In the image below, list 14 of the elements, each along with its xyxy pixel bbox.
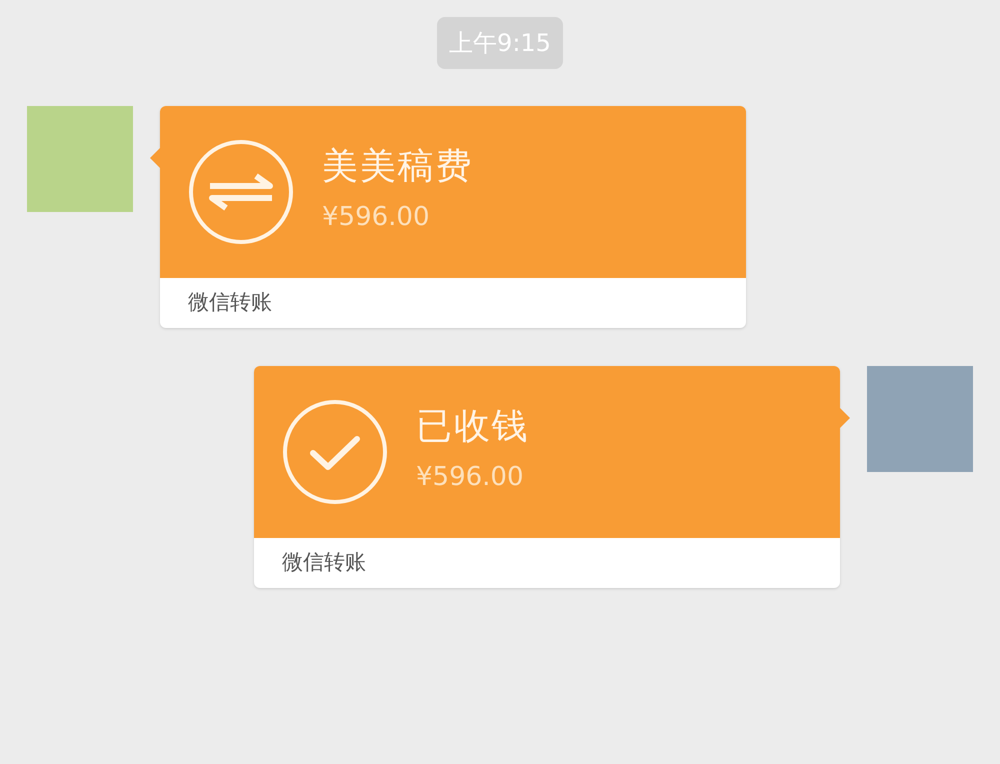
avatar-photo-placeholder[interactable] (27, 106, 133, 212)
transfer-card[interactable]: 已收钱 ¥596.00 微信转账 (254, 366, 840, 588)
bubble-tail (150, 148, 160, 168)
transfer-title: 美美稿费 (322, 144, 474, 188)
transfer-amount: ¥596.00 (416, 460, 525, 494)
transfer-title: 已收钱 (416, 404, 530, 448)
transfer-label: 微信转账 (282, 549, 366, 576)
transfer-label: 微信转账 (188, 289, 272, 316)
transfer-card[interactable]: 美美稿费 ¥596.00 微信转账 (160, 106, 746, 328)
transfer-amount: ¥596.00 (322, 200, 431, 234)
transfer-arrows-icon (188, 139, 294, 245)
checkmark-circle-icon (282, 399, 388, 505)
bubble-tail (840, 408, 850, 428)
avatar-photo-placeholder[interactable] (867, 366, 973, 472)
